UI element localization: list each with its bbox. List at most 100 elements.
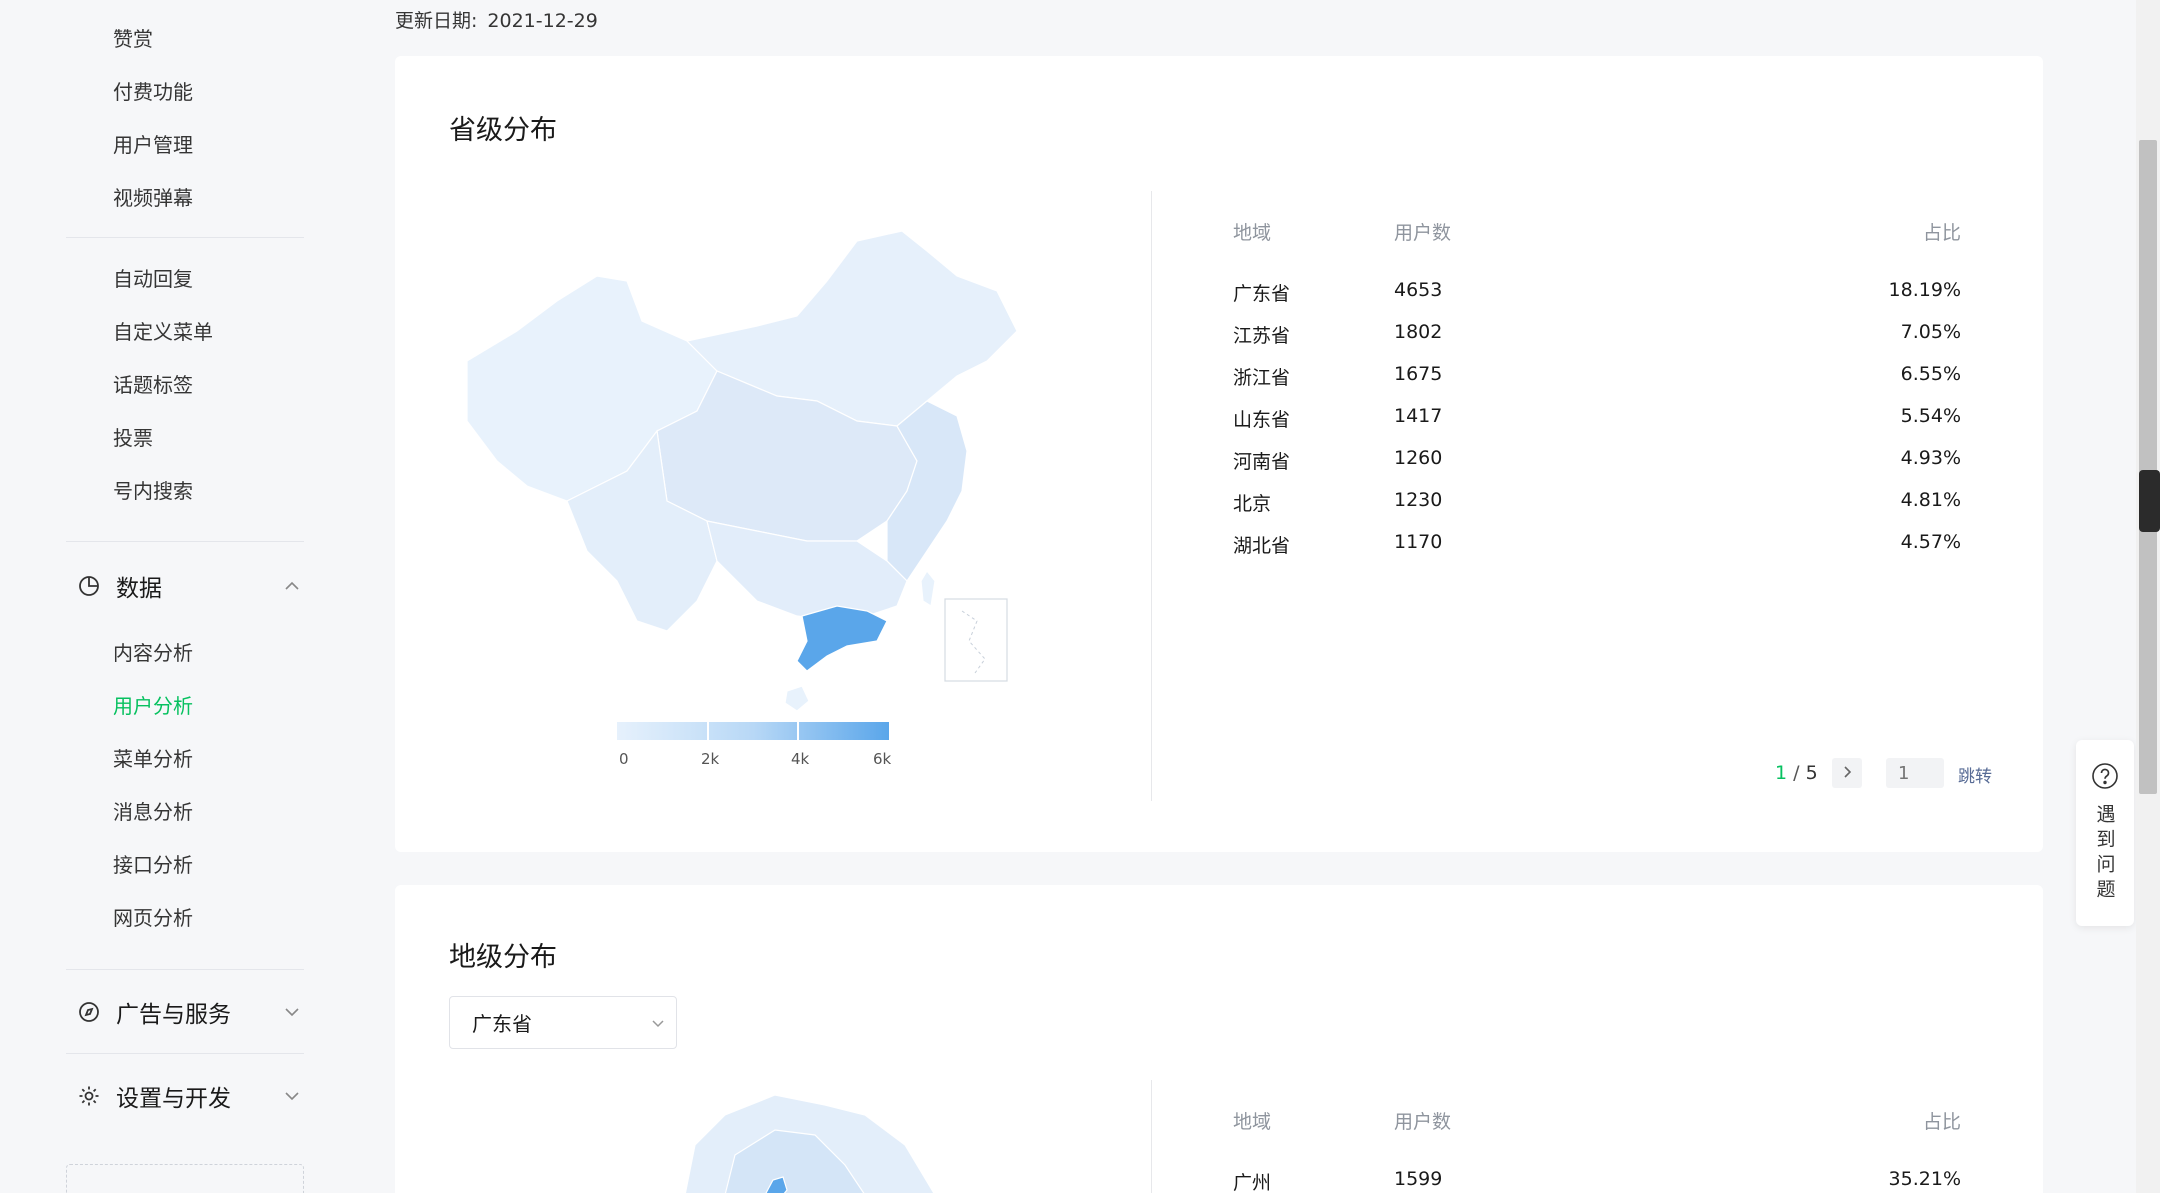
vertical-divider <box>1151 1080 1152 1193</box>
city-distribution-card: 地级分布 广东省 地域 用户数 占比 广州 1599 35.21% <box>395 885 2043 1193</box>
update-date-label: 更新日期: <box>395 10 478 32</box>
cell-region: 浙江省 <box>1233 367 1291 389</box>
sidebar-item-user-management[interactable]: 用户管理 <box>113 130 193 160</box>
cell-users: 1230 <box>1394 489 1443 511</box>
cell-ratio: 4.57% <box>1900 531 1961 553</box>
card-title: 地级分布 <box>449 942 557 973</box>
legend-label-6k: 6k <box>873 750 892 768</box>
sidebar-item-user-analysis[interactable]: 用户分析 <box>113 691 193 721</box>
chevron-down-icon <box>280 1084 304 1108</box>
legend-label-4k: 4k <box>791 750 810 768</box>
pager-status: 1 / 5 <box>1775 762 1818 784</box>
province-select-value: 广东省 <box>472 1012 532 1036</box>
cell-ratio: 18.19% <box>1888 279 1961 301</box>
pager-next-button[interactable] <box>1832 758 1862 788</box>
cell-ratio: 5.54% <box>1900 405 1961 427</box>
cell-region: 江苏省 <box>1233 325 1291 347</box>
table-header-users: 用户数 <box>1394 222 1452 244</box>
sidebar-item-auto-reply[interactable]: 自动回复 <box>113 264 193 294</box>
scrollbar-thumb[interactable] <box>2139 140 2157 794</box>
update-date-value: 2021-12-29 <box>487 10 598 32</box>
sidebar-group-settings-dev[interactable]: 设置与开发 <box>76 1076 304 1116</box>
legend-tick <box>707 722 709 740</box>
map-region-guangdong <box>796 605 888 672</box>
table-header-ratio: 占比 <box>1922 222 1961 244</box>
cell-ratio: 35.21% <box>1888 1168 1961 1190</box>
pie-chart-icon <box>76 573 102 599</box>
cell-users: 1260 <box>1394 447 1443 469</box>
sidebar-item-webpage-analysis[interactable]: 网页分析 <box>113 903 193 933</box>
cell-region: 北京 <box>1233 493 1272 515</box>
table-header-ratio: 占比 <box>1922 1111 1961 1133</box>
table-header-region: 地域 <box>1233 1111 1272 1133</box>
card-title: 省级分布 <box>449 115 557 146</box>
sidebar-footer-box[interactable] <box>66 1164 304 1193</box>
guangdong-map <box>684 1094 935 1193</box>
update-date: 更新日期: 2021-12-29 <box>395 6 598 33</box>
sidebar-item-vote[interactable]: 投票 <box>113 423 153 453</box>
sidebar: 赞赏 付费功能 用户管理 视频弹幕 自动回复 自定义菜单 话题标签 投票 号内搜… <box>0 0 370 1193</box>
china-map <box>466 230 1018 712</box>
sidebar-group-label: 设置与开发 <box>116 1086 231 1112</box>
province-distribution-card: 省级分布 0 2k 4k 6k 地域 用户数 占比 广东省 4653 18.19… <box>395 56 2043 852</box>
legend-label-0: 0 <box>619 750 629 768</box>
cell-region: 河南省 <box>1233 451 1291 473</box>
map-region-hainan <box>784 685 810 712</box>
sidebar-item-paid-features[interactable]: 付费功能 <box>113 77 193 107</box>
sidebar-divider <box>66 1053 304 1054</box>
cell-users: 1675 <box>1394 363 1443 385</box>
help-float-button[interactable]: 遇到问题 <box>2076 740 2134 926</box>
sidebar-divider <box>66 237 304 238</box>
sidebar-divider <box>66 969 304 970</box>
map-region-taiwan <box>920 569 936 607</box>
sidebar-group-ads-services[interactable]: 广告与服务 <box>76 992 304 1032</box>
sidebar-item-custom-menu[interactable]: 自定义菜单 <box>113 317 213 347</box>
sidebar-item-video-danmaku[interactable]: 视频弹幕 <box>113 183 193 213</box>
sidebar-item-menu-analysis[interactable]: 菜单分析 <box>113 744 193 774</box>
sidebar-item-content-analysis[interactable]: 内容分析 <box>113 638 193 668</box>
province-select[interactable]: 广东省 <box>449 996 677 1049</box>
map-legend-bar <box>617 722 889 740</box>
vertical-divider <box>1151 191 1152 801</box>
chevron-up-icon <box>280 574 304 598</box>
cell-ratio: 4.93% <box>1900 447 1961 469</box>
cell-ratio: 4.81% <box>1900 489 1961 511</box>
chevron-down-icon <box>640 1014 676 1032</box>
sidebar-group-data[interactable]: 数据 <box>76 566 304 606</box>
pager-current: 1 <box>1775 762 1788 784</box>
help-label: 遇到问题 <box>2093 804 2116 904</box>
cell-users: 4653 <box>1394 279 1443 301</box>
scroll-handle-widget[interactable] <box>2139 470 2160 532</box>
sidebar-item-api-analysis[interactable]: 接口分析 <box>113 850 193 880</box>
cell-users: 1170 <box>1394 531 1443 553</box>
sidebar-item-reward[interactable]: 赞赏 <box>113 24 153 54</box>
south-china-sea-inset <box>944 598 1008 682</box>
sidebar-item-in-account-search[interactable]: 号内搜索 <box>113 476 193 506</box>
pager-page-input[interactable] <box>1886 758 1944 788</box>
cell-users: 1417 <box>1394 405 1443 427</box>
legend-label-2k: 2k <box>701 750 720 768</box>
cell-region: 广州 <box>1233 1172 1272 1193</box>
sidebar-item-topic-tags[interactable]: 话题标签 <box>113 370 193 400</box>
cell-ratio: 7.05% <box>1900 321 1961 343</box>
sidebar-group-label: 数据 <box>116 576 162 602</box>
sidebar-group-label: 广告与服务 <box>116 1002 231 1028</box>
cell-ratio: 6.55% <box>1900 363 1961 385</box>
table-header-users: 用户数 <box>1394 1111 1452 1133</box>
cell-region: 湖北省 <box>1233 535 1291 557</box>
question-circle-icon <box>2091 762 2119 794</box>
cell-region: 广东省 <box>1233 283 1291 305</box>
pager-jump-button[interactable]: 跳转 <box>1958 762 1992 787</box>
pager-sep: / <box>1793 762 1800 784</box>
cell-users: 1802 <box>1394 321 1443 343</box>
sidebar-divider <box>66 541 304 542</box>
cell-region: 山东省 <box>1233 409 1291 431</box>
compass-icon <box>76 999 102 1025</box>
pager-total: 5 <box>1805 762 1818 784</box>
table-header-region: 地域 <box>1233 222 1272 244</box>
legend-tick <box>797 722 799 740</box>
chevron-right-icon <box>1840 764 1854 783</box>
chevron-down-icon <box>280 1000 304 1024</box>
sidebar-item-message-analysis[interactable]: 消息分析 <box>113 797 193 827</box>
gear-icon <box>76 1083 102 1109</box>
